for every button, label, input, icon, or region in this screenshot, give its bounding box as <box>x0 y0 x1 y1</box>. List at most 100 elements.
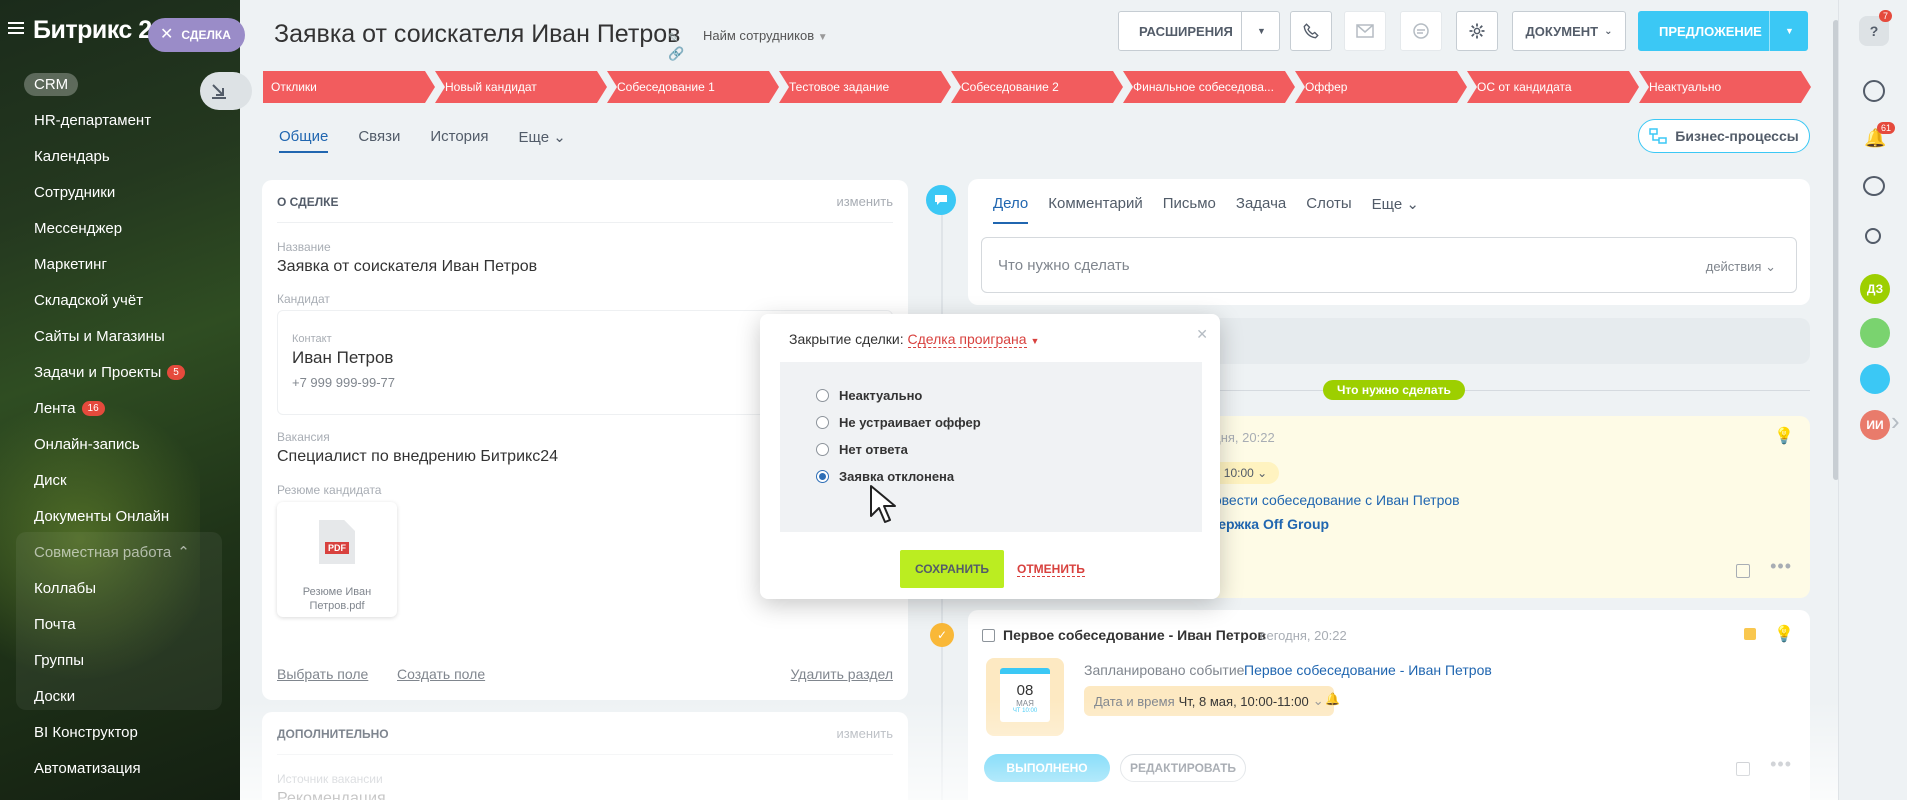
sidebar-item[interactable]: Задачи и Проекты 5 <box>0 354 240 390</box>
stage-5[interactable]: Собеседование 2 <box>951 71 1123 103</box>
funnel-selector[interactable]: Найм сотрудников ▼ <box>703 28 828 43</box>
sidebar-item[interactable]: Мессенджер <box>0 210 240 246</box>
activity-tab[interactable]: Дело <box>993 195 1029 224</box>
edit-link[interactable]: изменить <box>836 726 893 741</box>
group-icon[interactable] <box>1860 318 1890 348</box>
more-icon[interactable]: ••• <box>1770 556 1792 577</box>
event-link[interactable]: Первое собеседование - Иван Петров <box>1244 662 1492 678</box>
bell-icon[interactable]: 🔔 <box>1325 692 1340 706</box>
sidebar-item[interactable]: Совместная работа ⌃ <box>0 534 240 570</box>
extensions-button[interactable]: РАСШИРЕНИЯ ▼ <box>1118 11 1280 51</box>
sidebar-item[interactable]: Группы <box>0 642 240 678</box>
offer-button[interactable]: ПРЕДЛОЖЕНИЕ ▼ <box>1638 11 1808 51</box>
deal-chip[interactable]: ✕ СДЕЛКА <box>148 18 245 52</box>
tab[interactable]: Еще ⌄ <box>519 128 566 153</box>
radio-button[interactable] <box>816 389 829 402</box>
create-field-link[interactable]: Создать поле <box>397 666 485 682</box>
todo-input[interactable]: Что нужно сделать действия ⌄ <box>981 237 1797 293</box>
close-icon[interactable]: ✕ <box>1196 326 1208 343</box>
bookmark-icon[interactable] <box>1860 364 1890 394</box>
sidebar-item[interactable]: Складской учёт <box>0 282 240 318</box>
activity-tab[interactable]: Еще ⌄ <box>1372 195 1419 224</box>
close-icon[interactable]: ✕ <box>160 27 173 43</box>
collapse-button[interactable] <box>200 72 252 110</box>
name-value[interactable]: Заявка от соискателя Иван Петров <box>277 258 537 276</box>
document-button[interactable]: ДОКУМЕНТ ⌄ <box>1512 11 1626 51</box>
business-processes-button[interactable]: Бизнес-процессы <box>1638 119 1810 153</box>
sidebar-item[interactable]: Доски <box>0 678 240 714</box>
reason-option[interactable]: Неактуально <box>816 382 1202 409</box>
source-value[interactable]: Рекомендация <box>277 790 386 800</box>
deal-status-select[interactable]: Сделка проиграна <box>907 331 1027 348</box>
resume-file[interactable]: PDF Резюме Иван Петров.pdf <box>277 502 397 617</box>
call-button[interactable] <box>1290 11 1332 51</box>
messages-icon[interactable] <box>1863 176 1885 196</box>
stage-9[interactable]: Неактуально <box>1639 71 1811 103</box>
event-title[interactable]: Первое собеседование - Иван Петров <box>1003 627 1266 643</box>
logo[interactable]: Битрикс 24 <box>33 16 166 45</box>
sidebar-item[interactable]: Почта <box>0 606 240 642</box>
stage-4[interactable]: Тестовое задание <box>779 71 951 103</box>
tab[interactable]: Связи <box>358 128 400 153</box>
priority-flag[interactable] <box>1744 628 1756 640</box>
sidebar-item[interactable]: Диск <box>0 462 240 498</box>
chevron-up-icon[interactable]: ⌃ <box>177 543 190 561</box>
stage-7[interactable]: Оффер <box>1295 71 1467 103</box>
chevron-right-icon[interactable]: › <box>1891 406 1900 437</box>
chevron-down-icon[interactable]: ▼ <box>1030 336 1039 346</box>
activity-tab[interactable]: Задача <box>1236 195 1286 224</box>
avatar[interactable]: ДЗ <box>1860 274 1890 304</box>
done-button[interactable]: ВЫПОЛНЕНО <box>984 754 1110 782</box>
sidebar-item[interactable]: Лента 16 <box>0 390 240 426</box>
contact-phone[interactable]: +7 999 999-99-77 <box>292 375 395 390</box>
chevron-down-icon[interactable]: ▼ <box>1785 26 1794 36</box>
lightbulb-icon[interactable]: 💡 <box>1774 426 1794 446</box>
cancel-button[interactable]: ОТМЕНИТЬ <box>1017 562 1085 577</box>
note-icon[interactable] <box>1736 564 1750 578</box>
lightbulb-icon[interactable]: 💡 <box>1774 624 1794 644</box>
email-button[interactable] <box>1344 11 1386 51</box>
reason-option[interactable]: Нет ответа <box>816 436 1202 463</box>
radio-button[interactable] <box>816 443 829 456</box>
vacancy-value[interactable]: Специалист по внедрению Битрикс24 <box>277 448 558 466</box>
copilot-icon[interactable] <box>1863 80 1885 102</box>
actions-menu[interactable]: действия ⌄ <box>1706 259 1776 275</box>
stage-1[interactable]: Отклики <box>263 71 435 103</box>
menu-icon[interactable] <box>8 22 24 34</box>
sidebar-item[interactable]: HR-департамент <box>0 102 240 138</box>
stage-3[interactable]: Собеседование 1 <box>607 71 779 103</box>
stage-8[interactable]: ОС от кандидата <box>1467 71 1639 103</box>
note-icon[interactable] <box>1736 762 1750 776</box>
chevron-down-icon[interactable]: ▼ <box>1257 26 1266 36</box>
sidebar-item[interactable]: Документы Онлайн <box>0 498 240 534</box>
avatar[interactable]: ИИ <box>1860 410 1890 440</box>
save-button[interactable]: СОХРАНИТЬ <box>900 550 1004 588</box>
more-icon[interactable]: ••• <box>1770 754 1792 775</box>
contact-name[interactable]: Иван Петров <box>292 348 393 368</box>
search-icon[interactable] <box>1865 228 1881 244</box>
activity-tab[interactable]: Слоты <box>1306 195 1351 224</box>
reason-option[interactable]: Не устраивает оффер <box>816 409 1202 436</box>
radio-button[interactable] <box>816 470 829 483</box>
settings-button[interactable] <box>1456 11 1498 51</box>
edit-button[interactable]: РЕДАКТИРОВАТЬ <box>1120 754 1246 782</box>
datetime-chip[interactable]: Дата и время Чт, 8 мая, 10:00-11:00 ⌄ <box>1084 686 1334 716</box>
sidebar-item[interactable]: Маркетинг <box>0 246 240 282</box>
tab[interactable]: История <box>430 128 488 153</box>
select-field-link[interactable]: Выбрать поле <box>277 666 368 682</box>
delete-section-link[interactable]: Удалить раздел <box>790 666 893 682</box>
edit-link[interactable]: изменить <box>836 194 893 209</box>
stage-6[interactable]: Финальное собеседова... <box>1123 71 1295 103</box>
sidebar-item[interactable]: Автоматизация <box>0 750 240 786</box>
activity-tab[interactable]: Комментарий <box>1048 195 1142 224</box>
item-text[interactable]: Провести собеседование с Иван Петров <box>1196 492 1460 508</box>
tab[interactable]: Общие <box>279 128 329 153</box>
sidebar-item[interactable]: BI Конструктор <box>0 714 240 750</box>
sidebar-item[interactable]: Коллабы <box>0 570 240 606</box>
activity-tab[interactable]: Письмо <box>1163 195 1216 224</box>
complete-checkbox[interactable] <box>982 629 995 642</box>
sidebar-item[interactable]: Сотрудники <box>0 174 240 210</box>
edit-title-icon[interactable]: ✎ 🔗 <box>668 30 692 61</box>
sidebar-item[interactable]: Сайты и Магазины <box>0 318 240 354</box>
stage-2[interactable]: Новый кандидат <box>435 71 607 103</box>
